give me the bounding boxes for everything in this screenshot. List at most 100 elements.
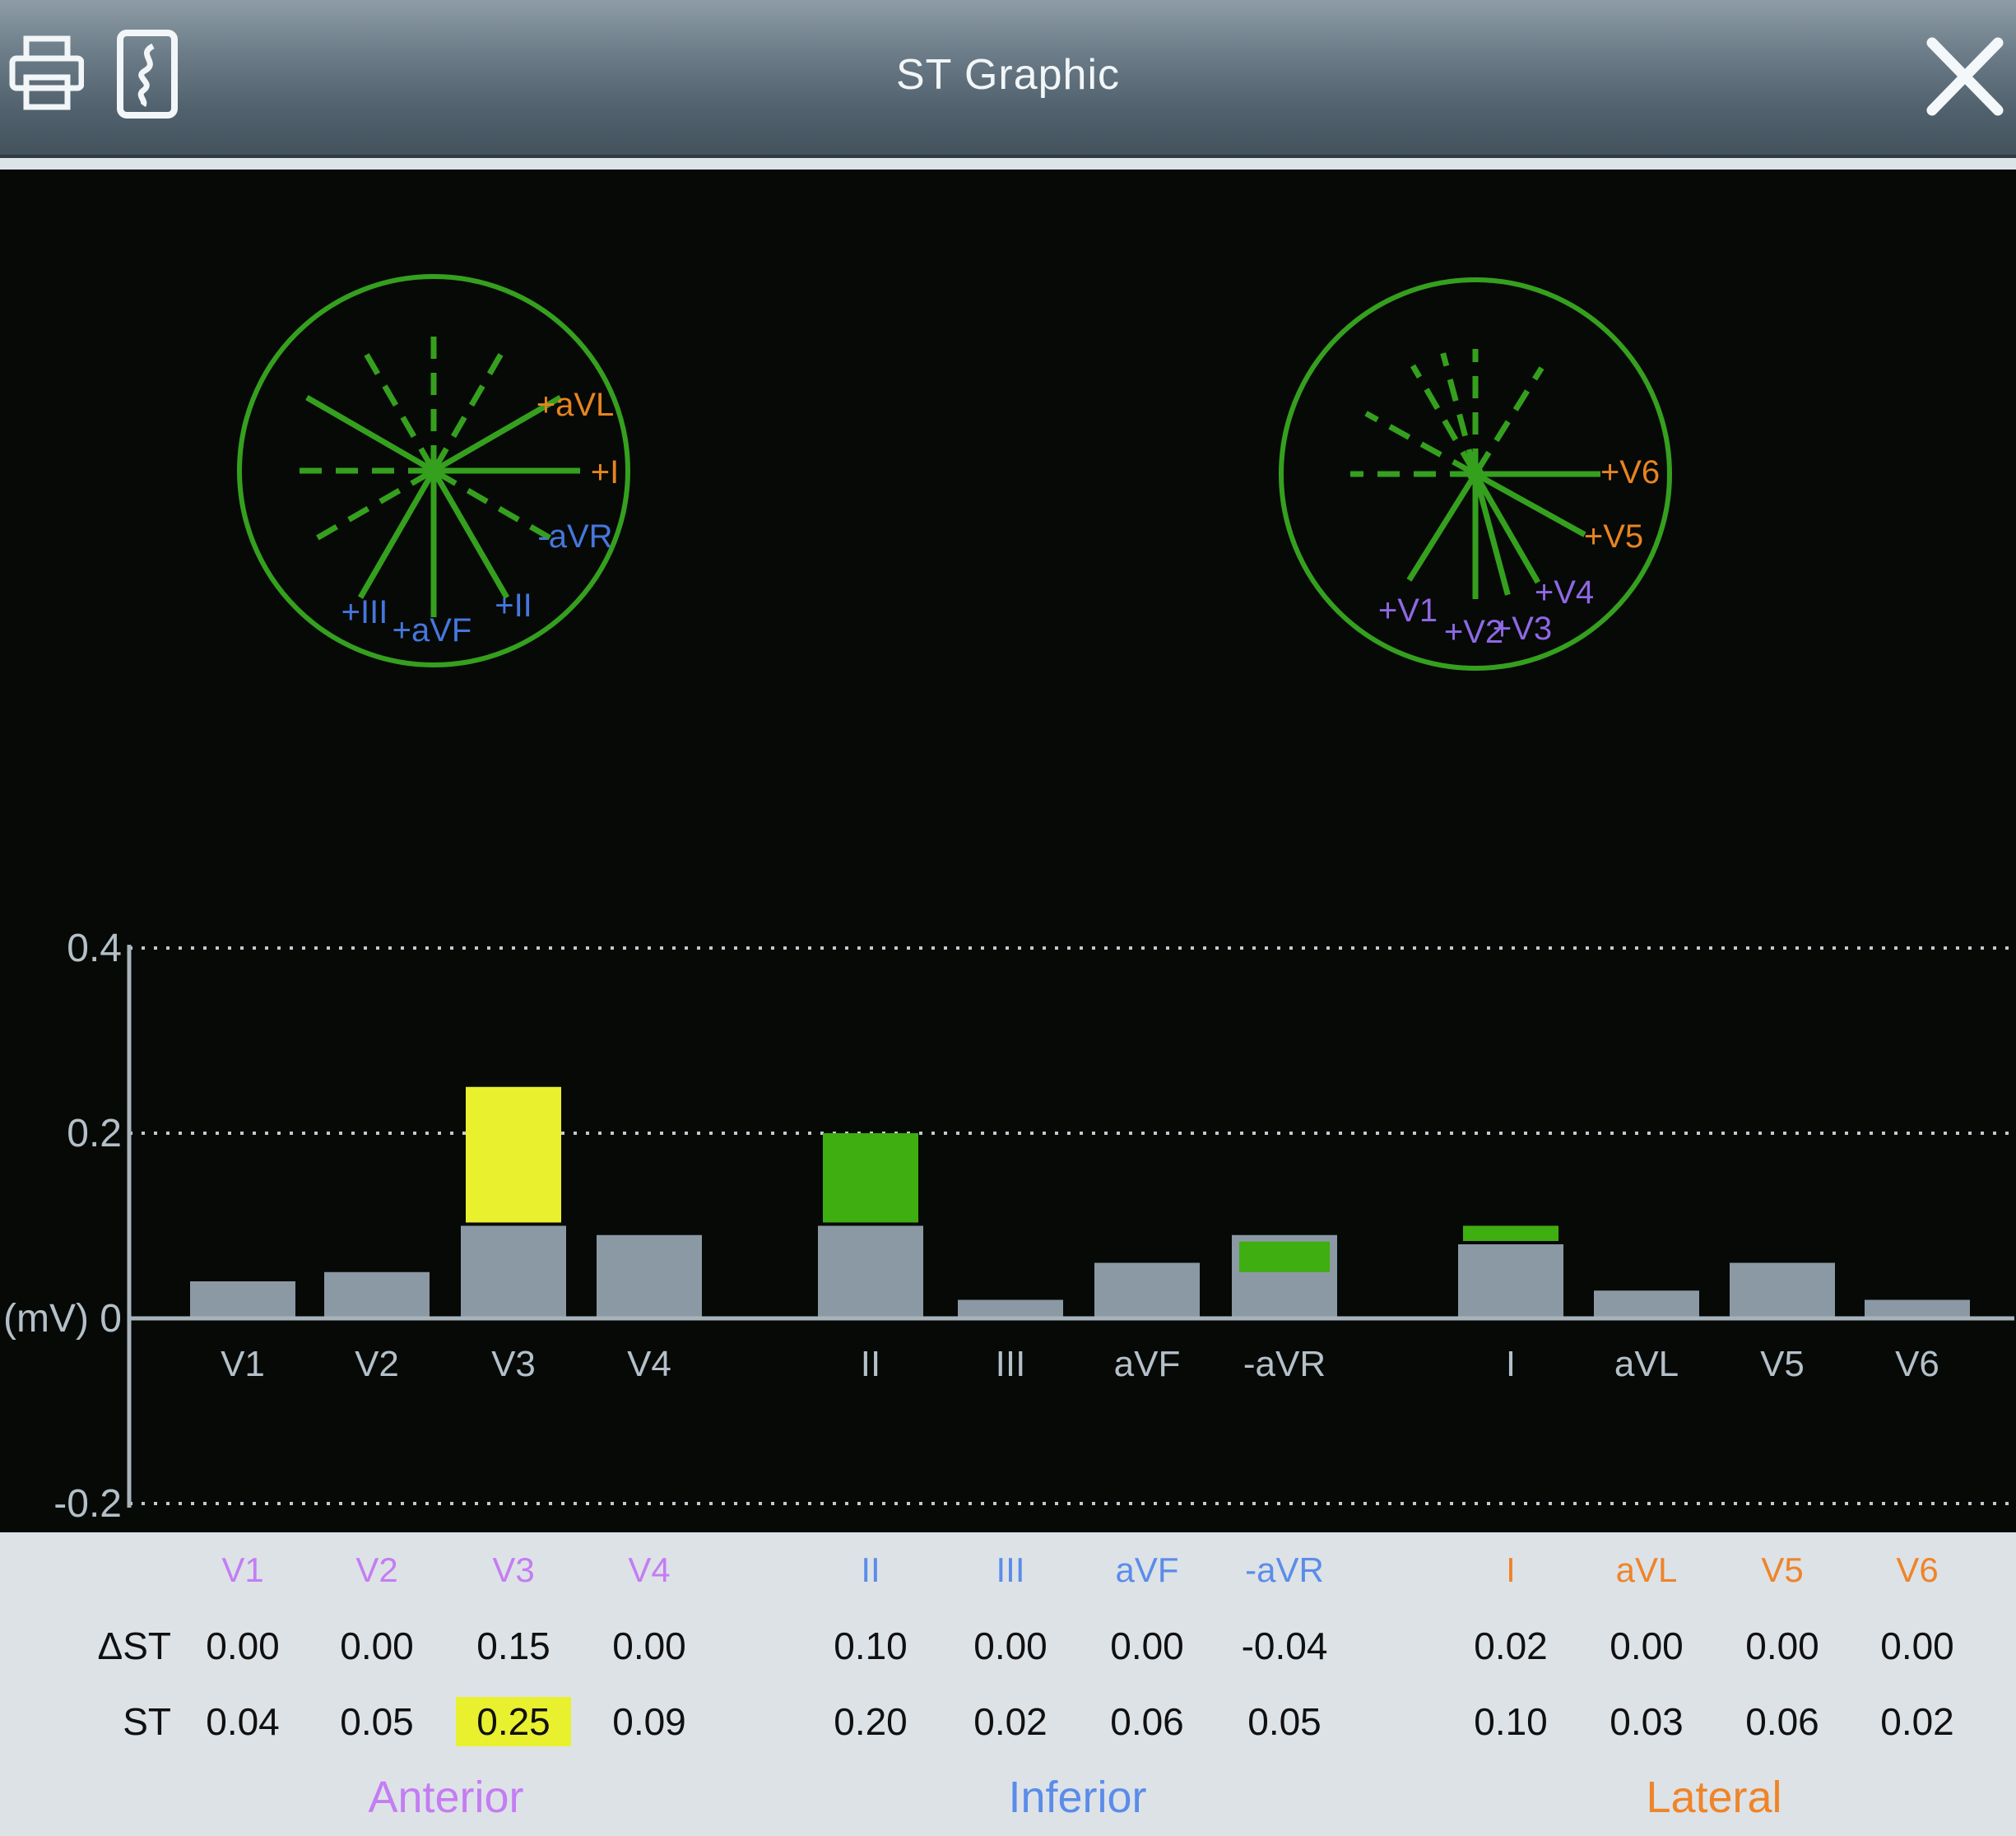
chart-area: +aVL+I-aVR+II+aVF+III+V6+V5+V4+V3+V2+V10… xyxy=(0,170,2016,1532)
group-label-Lateral: Lateral xyxy=(1646,1772,1781,1823)
table-header--aVR: -aVR xyxy=(1245,1550,1324,1590)
delta-st-value-III: 0.00 xyxy=(973,1624,1047,1668)
bar-aVF xyxy=(1094,1263,1200,1319)
y-tick-0.4: 0.4 xyxy=(67,927,122,970)
axis-label-+II: +II xyxy=(495,588,532,624)
axis-label-+V4: +V4 xyxy=(1535,574,1594,611)
window-title: ST Graphic xyxy=(0,0,2016,155)
bar-III xyxy=(958,1300,1063,1319)
y-tick--0.2: -0.2 xyxy=(53,1482,122,1526)
st-value--aVR: 0.05 xyxy=(1247,1699,1322,1744)
spoke-chest-+V3 xyxy=(1476,477,1507,595)
st-value-V6: 0.02 xyxy=(1880,1699,1954,1744)
chart-lead-label-II: II xyxy=(861,1344,880,1384)
axis-label-+aVL: +aVL xyxy=(537,387,615,423)
table-header-V2: V2 xyxy=(355,1550,397,1590)
st-value-aVL: 0.03 xyxy=(1610,1699,1684,1744)
delta-st-value-V6: 0.00 xyxy=(1880,1624,1954,1668)
st-value-V1: 0.04 xyxy=(206,1699,280,1744)
bar-overlay-I xyxy=(1463,1226,1558,1242)
delta-st-value-aVF: 0.00 xyxy=(1110,1624,1184,1668)
delta-st-value--aVR: -0.04 xyxy=(1242,1624,1328,1668)
st-graphic-window: ST Graphic +aVL+I-aVR+II+aVF+III+V6+V5+V… xyxy=(0,0,2016,1836)
axis-label-+aVF: +aVF xyxy=(393,612,472,648)
close-icon xyxy=(1922,31,2008,122)
table-header-I: I xyxy=(1506,1550,1516,1590)
delta-st-value-II: 0.10 xyxy=(834,1624,908,1668)
row-label-st: ST xyxy=(0,1699,171,1744)
bar-V2 xyxy=(324,1272,430,1318)
chart-lead-label-aVF: aVF xyxy=(1114,1344,1181,1384)
table-header-V6: V6 xyxy=(1896,1550,1938,1590)
axis-label-+V5: +V5 xyxy=(1584,518,1643,555)
table-header-aVF: aVF xyxy=(1115,1550,1178,1590)
bar-V1 xyxy=(190,1281,295,1318)
delta-st-value-I: 0.02 xyxy=(1474,1624,1548,1668)
table-header-V1: V1 xyxy=(221,1550,263,1590)
axis-label-+V6: +V6 xyxy=(1600,454,1660,490)
delta-st-value-V4: 0.00 xyxy=(612,1624,686,1668)
axis-label-+I: +I xyxy=(591,454,619,490)
chart-lead-label-III: III xyxy=(996,1344,1026,1384)
axis-label--aVR: -aVR xyxy=(537,518,612,555)
chart-lead-label-V5: V5 xyxy=(1760,1344,1805,1384)
st-value-V4: 0.09 xyxy=(612,1699,686,1744)
chart-lead-label-I: I xyxy=(1506,1344,1516,1384)
spoke-chest--120 xyxy=(1413,365,1474,471)
st-value-II: 0.20 xyxy=(834,1699,908,1744)
delta-st-value-aVL: 0.00 xyxy=(1610,1624,1684,1668)
chart-lead-label-V3: V3 xyxy=(491,1344,536,1384)
y-tick-0.2: 0.2 xyxy=(67,1112,122,1155)
axis-hub-chest xyxy=(1467,466,1484,482)
st-value-V5: 0.06 xyxy=(1745,1699,1819,1744)
spoke-chest--105 xyxy=(1443,353,1475,471)
header-separator xyxy=(0,158,2016,170)
group-label-Inferior: Inferior xyxy=(1008,1772,1146,1823)
chart-lead-label-aVL: aVL xyxy=(1614,1344,1679,1384)
chart-lead-label--aVR: -aVR xyxy=(1243,1344,1326,1384)
bar-I xyxy=(1458,1244,1563,1318)
chart-lead-label-V6: V6 xyxy=(1895,1344,1939,1384)
close-button[interactable] xyxy=(1922,31,2008,122)
delta-st-value-V2: 0.00 xyxy=(340,1624,414,1668)
bar-V3 xyxy=(461,1226,566,1319)
st-value-aVF: 0.06 xyxy=(1110,1699,1184,1744)
bar-aVL xyxy=(1594,1290,1699,1318)
bar-V5 xyxy=(1730,1263,1835,1319)
axis-hub-limb xyxy=(425,462,442,479)
axis-label-+V1: +V1 xyxy=(1378,593,1438,629)
spoke-chest--58 xyxy=(1477,368,1541,472)
table-header-aVL: aVL xyxy=(1616,1550,1678,1590)
bar-overlay-V3 xyxy=(466,1087,561,1223)
st-values-table: ΔSTSTV10.000.04V20.000.05V30.150.25V40.0… xyxy=(0,1532,2016,1836)
table-header-III: III xyxy=(996,1550,1024,1590)
bar-V6 xyxy=(1865,1300,1970,1319)
lead-axis-diagram-limb: +aVL +I -aVR+II +aVF+III xyxy=(239,277,628,665)
group-label-Anterior: Anterior xyxy=(368,1772,523,1823)
st-graphic-canvas: +aVL+I-aVR+II+aVF+III+V6+V5+V4+V3+V2+V10… xyxy=(0,170,2016,1532)
st-value-V2: 0.05 xyxy=(340,1699,414,1744)
delta-st-value-V5: 0.00 xyxy=(1745,1624,1819,1668)
axis-label-+V2: +V2 xyxy=(1444,614,1503,650)
chart-lead-label-V4: V4 xyxy=(627,1344,671,1384)
bar-overlay-II xyxy=(823,1133,918,1223)
table-header-II: II xyxy=(861,1550,880,1590)
bar-V4 xyxy=(597,1235,702,1318)
bar-overlay--aVR xyxy=(1239,1242,1330,1272)
delta-st-value-V3: 0.15 xyxy=(476,1624,550,1668)
lead-axis-diagram-chest: +V6+V5+V4+V3+V2+V1 xyxy=(1281,280,1670,668)
chart-lead-label-V2: V2 xyxy=(355,1344,399,1384)
table-header-V3: V3 xyxy=(492,1550,534,1590)
spoke-chest-+V1 xyxy=(1409,476,1473,580)
delta-st-value-V1: 0.00 xyxy=(206,1624,280,1668)
row-label-delta-st: ΔST xyxy=(0,1624,171,1668)
st-value-I: 0.10 xyxy=(1474,1699,1548,1744)
axis-label-+III: +III xyxy=(341,594,388,630)
title-bar: ST Graphic xyxy=(0,0,2016,158)
st-value-III: 0.02 xyxy=(973,1699,1047,1744)
y-tick-0: (mV) 0 xyxy=(3,1297,122,1341)
bar-II xyxy=(818,1226,923,1319)
table-header-V4: V4 xyxy=(628,1550,670,1590)
chart-lead-label-V1: V1 xyxy=(221,1344,265,1384)
spoke-chest--151 xyxy=(1366,413,1472,472)
